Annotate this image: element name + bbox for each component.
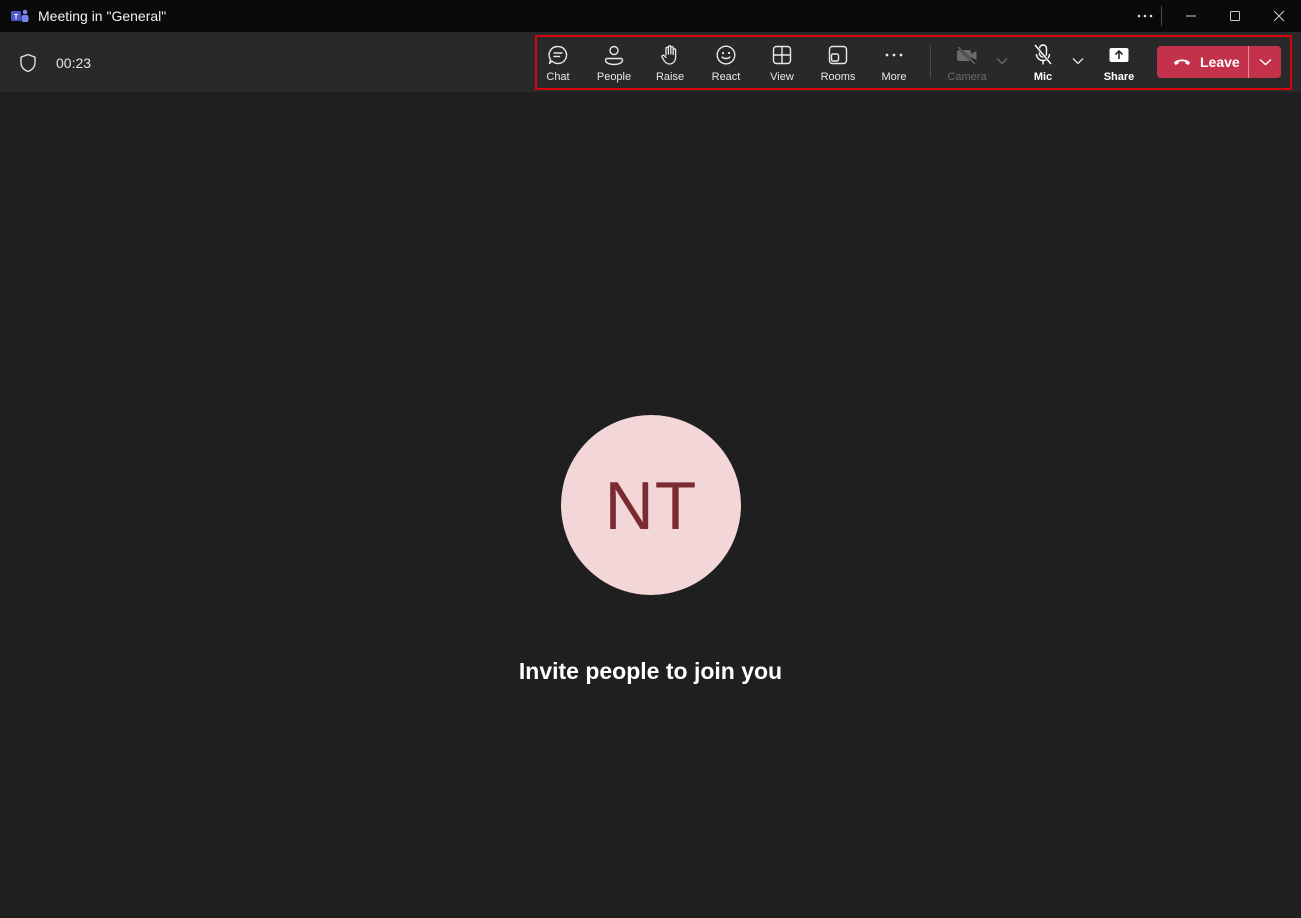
rooms-label: Rooms	[820, 71, 856, 83]
leave-options-chevron-icon[interactable]	[1249, 46, 1281, 78]
titlebar-more-icon[interactable]	[1131, 4, 1159, 28]
more-button[interactable]: More	[869, 40, 919, 86]
camera-options-chevron-icon[interactable]	[995, 54, 1009, 68]
toolbar-divider	[930, 46, 931, 78]
people-button[interactable]: People	[589, 40, 639, 86]
shield-icon[interactable]	[19, 53, 37, 73]
mic-label: Mic	[1033, 71, 1053, 83]
hang-up-icon	[1174, 59, 1190, 65]
minimize-button[interactable]	[1169, 0, 1213, 32]
leave-label: Leave	[1200, 54, 1240, 70]
person-icon	[602, 43, 626, 67]
invite-message: Invite people to join you	[518, 658, 783, 684]
share-button[interactable]: Share	[1094, 40, 1144, 86]
rooms-button[interactable]: Rooms	[813, 40, 863, 86]
more-dots-icon	[882, 43, 906, 67]
breakout-rooms-icon	[826, 43, 850, 67]
raise-label: Raise	[655, 71, 685, 83]
camera-off-icon	[955, 43, 979, 67]
mic-options-chevron-icon[interactable]	[1071, 54, 1085, 68]
more-label: More	[881, 71, 907, 83]
mic-button[interactable]: Mic	[1018, 40, 1068, 86]
leave-button[interactable]: Leave	[1157, 46, 1248, 78]
view-label: View	[770, 71, 794, 83]
chat-label: Chat	[546, 71, 570, 83]
react-button[interactable]: React	[701, 40, 751, 86]
teams-icon: T	[11, 9, 29, 22]
camera-button[interactable]: Camera	[942, 40, 992, 86]
maximize-button[interactable]	[1213, 0, 1257, 32]
chat-icon	[546, 43, 570, 67]
hand-icon	[658, 43, 682, 67]
react-label: React	[711, 71, 741, 83]
grid-view-icon	[770, 43, 794, 67]
camera-label: Camera	[947, 71, 987, 83]
meeting-timer: 00:23	[56, 55, 92, 71]
svg-text:T: T	[14, 14, 19, 21]
close-button[interactable]	[1257, 0, 1301, 32]
people-label: People	[596, 71, 632, 83]
smiley-icon	[714, 43, 738, 67]
avatar-initials: NT	[604, 468, 698, 544]
window-title: Meeting in "General"	[38, 8, 167, 24]
raise-hand-button[interactable]: Raise	[645, 40, 695, 86]
share-screen-icon	[1107, 43, 1131, 67]
title-bar: T Meeting in "General"	[0, 0, 1301, 32]
titlebar-divider	[1161, 6, 1162, 26]
view-button[interactable]: View	[757, 40, 807, 86]
mic-off-icon	[1031, 43, 1055, 67]
chat-button[interactable]: Chat	[533, 40, 583, 86]
share-label: Share	[1103, 71, 1135, 83]
avatar: NT	[561, 415, 741, 595]
